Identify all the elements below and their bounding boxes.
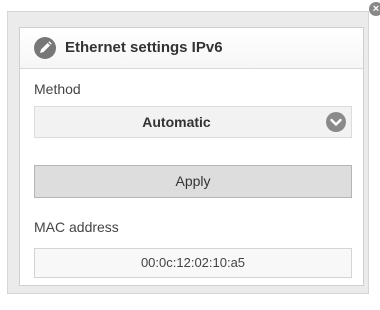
method-select[interactable]: Automatic (34, 106, 352, 138)
mac-address-field: 00:0c:12:02:10:a5 (34, 248, 352, 278)
method-selected-value: Automatic (142, 114, 211, 130)
ethernet-settings-panel: Ethernet settings IPv6 Method Automatic … (19, 27, 364, 286)
chevron-down-icon[interactable] (326, 112, 346, 132)
edit-icon (34, 37, 56, 59)
apply-button[interactable]: Apply (34, 165, 352, 198)
close-icon[interactable]: × (369, 2, 380, 16)
panel-header: Ethernet settings IPv6 (20, 28, 363, 69)
panel-title: Ethernet settings IPv6 (65, 39, 223, 56)
method-label: Method (34, 81, 81, 97)
mac-address-label: MAC address (34, 219, 119, 235)
